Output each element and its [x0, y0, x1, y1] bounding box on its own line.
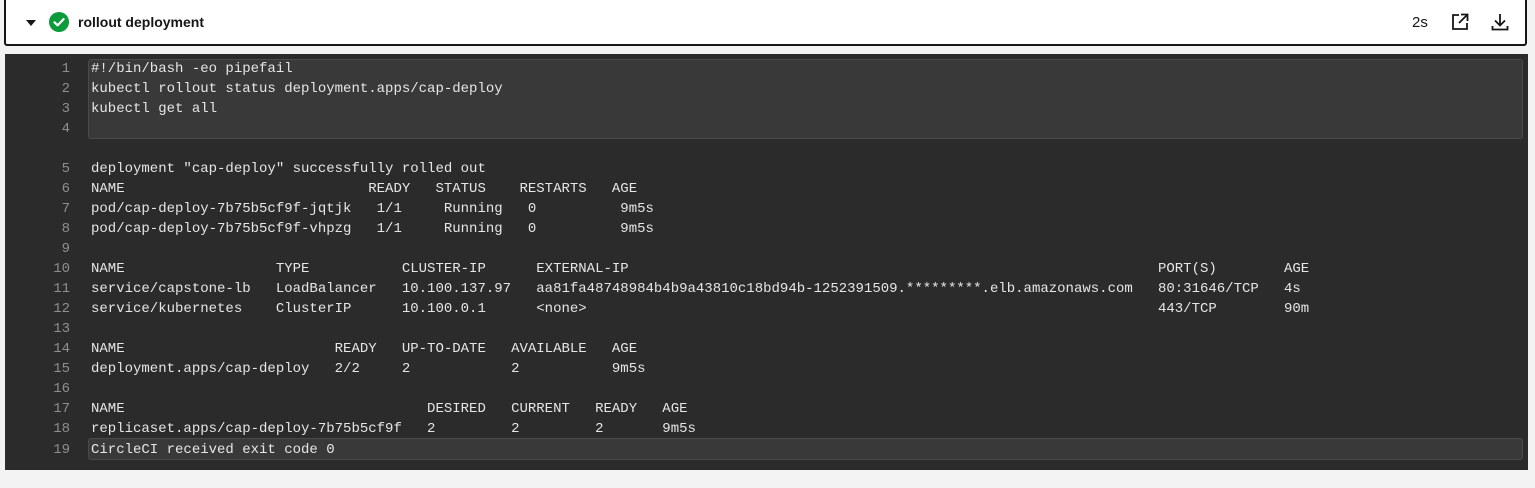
log-line: 5 deployment "cap-deploy" successfully ro…	[5, 159, 1528, 179]
line-number: 13	[53, 321, 70, 337]
log-output[interactable]: 1 #!/bin/bash -eo pipefail 2 kubectl rollou…	[5, 54, 1528, 470]
log-text: service/kubernetes ClusterIP 10.100.0.1 …	[91, 301, 1310, 317]
log-text: CircleCI received exit code 0	[91, 442, 335, 458]
log-line: 8 pod/cap-deploy-7b75b5cf9f-vhpzg 1/1 Run…	[5, 219, 1528, 239]
line-number: 10	[53, 261, 70, 277]
line-number: 18	[53, 421, 70, 437]
line-number: 5	[61, 161, 70, 177]
log-text: pod/cap-deploy-7b75b5cf9f-jqtjk 1/1 Runn…	[91, 201, 654, 217]
log-line: 2 kubectl rollout status deployment.apps/…	[5, 79, 1528, 99]
line-number: 2	[61, 81, 70, 97]
log-line: 9	[5, 239, 1528, 259]
line-number: 6	[61, 181, 70, 197]
log-line: 6 NAME READY STATUS RESTARTS AGE	[5, 179, 1528, 199]
log-text: replicaset.apps/cap-deploy-7b75b5cf9f 2 …	[91, 421, 696, 437]
log-line: 19 CircleCI received exit code 0	[5, 440, 1528, 460]
line-number: 11	[53, 281, 70, 297]
log-text: NAME READY UP-TO-DATE AVAILABLE AGE	[91, 341, 638, 357]
open-external-icon[interactable]	[1450, 12, 1470, 32]
line-number: 7	[61, 201, 70, 217]
step-title: rollout deployment	[78, 14, 204, 30]
log-text: #!/bin/bash -eo pipefail	[91, 61, 293, 77]
log-line: 10 NAME TYPE CLUSTER-IP EXTERNAL-IP PORT(…	[5, 259, 1528, 279]
log-line: 11 service/capstone-lb LoadBalancer 10.10…	[5, 279, 1528, 299]
line-number: 8	[61, 221, 70, 237]
line-number: 4	[61, 121, 70, 137]
log-line: 16	[5, 379, 1528, 399]
line-number: 19	[53, 442, 70, 458]
log-text: kubectl get all	[91, 101, 218, 117]
log-line: 12 service/kubernetes ClusterIP 10.100.0.…	[5, 299, 1528, 319]
line-number: 14	[53, 341, 70, 357]
log-line: 17 NAME DESIRED CURRENT READY AGE	[5, 399, 1528, 419]
log-line: 15 deployment.apps/cap-deploy 2/2 2 2 9m5…	[5, 359, 1528, 379]
log-text: NAME TYPE CLUSTER-IP EXTERNAL-IP PORT(S)…	[91, 261, 1310, 277]
step-duration: 2s	[1412, 14, 1428, 31]
log-line: 18 replicaset.apps/cap-deploy-7b75b5cf9f …	[5, 419, 1528, 439]
line-number: 17	[53, 401, 70, 417]
line-number: 9	[61, 241, 70, 257]
log-text: NAME READY STATUS RESTARTS AGE	[91, 181, 638, 197]
line-number: 3	[61, 101, 70, 117]
log-text: kubectl rollout status deployment.apps/c…	[91, 81, 503, 97]
download-icon[interactable]	[1490, 12, 1510, 32]
log-line: 7 pod/cap-deploy-7b75b5cf9f-jqtjk 1/1 Run…	[5, 199, 1528, 219]
log-line: 13	[5, 319, 1528, 339]
step-header[interactable]: rollout deployment 2s	[4, 0, 1527, 46]
line-number: 1	[61, 61, 70, 77]
log-text: NAME DESIRED CURRENT READY AGE	[91, 401, 688, 417]
log-text: deployment "cap-deploy" successfully rol…	[91, 161, 486, 177]
log-line: 14 NAME READY UP-TO-DATE AVAILABLE AGE	[5, 339, 1528, 359]
log-line: 3 kubectl get all	[5, 99, 1528, 119]
log-text: deployment.apps/cap-deploy 2/2 2 2 9m5s	[91, 361, 646, 377]
line-number: 12	[53, 301, 70, 317]
line-number: 15	[53, 361, 70, 377]
success-check-icon	[49, 12, 69, 32]
caret-down-icon[interactable]	[26, 20, 36, 26]
line-number: 16	[53, 381, 70, 397]
log-line: 1 #!/bin/bash -eo pipefail	[5, 59, 1528, 79]
log-line: 4	[5, 119, 1528, 139]
log-text: service/capstone-lb LoadBalancer 10.100.…	[91, 281, 1301, 297]
log-text: pod/cap-deploy-7b75b5cf9f-vhpzg 1/1 Runn…	[91, 221, 654, 237]
